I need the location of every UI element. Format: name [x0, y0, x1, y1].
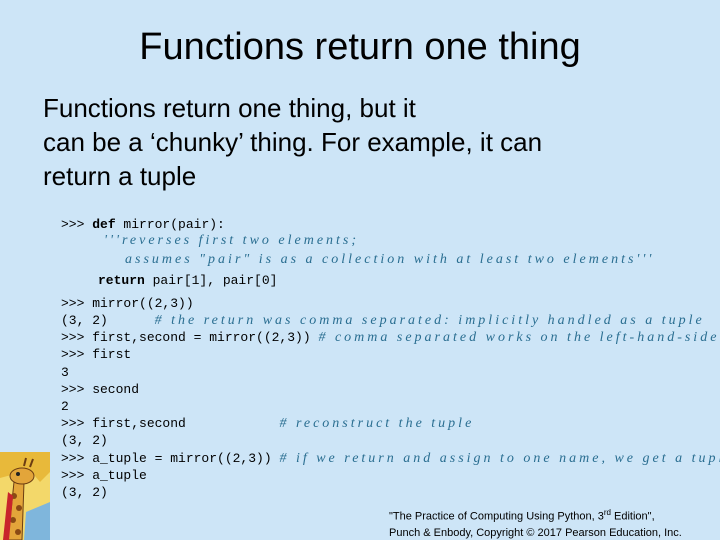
code-text: (3, 2): [61, 433, 108, 448]
return-line: return pair[1], pair[0]: [98, 273, 277, 288]
docstring-line-2: assumes "pair" is as a collection with a…: [125, 252, 654, 268]
footer-citation: "The Practice of Computing Using Python,…: [389, 505, 682, 540]
code-text: >>> a_tuple: [61, 468, 147, 483]
code-text: >>> a_tuple = mirror((2,3)): [61, 451, 280, 466]
code-comment: # reconstruct the tuple: [279, 416, 475, 431]
session-line: (3, 2): [61, 485, 108, 500]
docstring-line-1: '''reverses first two elements;: [104, 233, 359, 249]
session-line: >>> mirror((2,3)): [61, 296, 194, 312]
code-text: (3, 2): [61, 485, 108, 500]
function-signature: mirror(pair):: [115, 217, 225, 232]
footer-line-1: "The Practice of Computing Using Python,…: [389, 505, 682, 525]
session-line: 2: [61, 399, 69, 414]
code-text: >>> second: [61, 382, 140, 397]
session-line: (3, 2) # the return was comma separated:…: [61, 313, 705, 329]
body-line: return a tuple: [43, 161, 197, 191]
session-line: >>> second: [61, 382, 139, 397]
keyword-return: return: [98, 273, 145, 288]
body-line: Functions return one thing, but it: [43, 93, 416, 123]
def-line: >>> def mirror(pair):: [61, 217, 225, 232]
docstring-text: assumes "pair" is as a collection with a…: [125, 252, 655, 267]
session-line: >>> first,second # reconstruct the tuple: [61, 416, 474, 432]
session-line: >>> a_tuple: [61, 468, 147, 483]
code-text: 3: [61, 365, 69, 380]
session-line: >>> first: [61, 347, 131, 362]
prompt: >>>: [61, 217, 93, 232]
giraffe-icon: [0, 452, 50, 540]
slide: Functions return one thing Functions ret…: [0, 0, 720, 540]
keyword-def: def: [92, 217, 116, 232]
session-line: >>> first,second = mirror((2,3)) # comma…: [61, 330, 720, 346]
footer-text: Edition",: [610, 510, 655, 523]
body-line: can be a ‘chunky’ thing. For example, it…: [43, 127, 543, 157]
code-text: (3, 2): [61, 313, 155, 328]
code-text: 2: [61, 399, 69, 414]
docstring-text: '''reverses first two elements;: [104, 233, 360, 248]
code-text: >>> first,second: [61, 416, 280, 431]
code-comment: # if we return and assign to one name, w…: [279, 451, 720, 466]
session-line: >>> a_tuple = mirror((2,3)) # if we retu…: [61, 451, 720, 467]
code-text: >>> first,second = mirror((2,3)): [61, 330, 319, 345]
slide-body: Functions return one thing, but it can b…: [43, 91, 703, 193]
footer-superscript: rd: [603, 508, 611, 517]
code-text: >>> mirror((2,3)): [61, 296, 194, 311]
code-comment: # comma separated works on the left-hand…: [318, 330, 720, 345]
return-expression: pair[1], pair[0]: [144, 273, 278, 288]
footer-text: "The Practice of Computing Using Python,…: [389, 510, 604, 523]
code-comment: # the return was comma separated: implic…: [154, 313, 705, 328]
code-text: >>> first: [61, 347, 132, 362]
footer-line-2: Punch & Enbody, Copyright © 2017 Pearson…: [389, 526, 682, 539]
session-line: (3, 2): [61, 433, 108, 448]
session-line: 3: [61, 365, 69, 380]
slide-title: Functions return one thing: [139, 26, 581, 68]
